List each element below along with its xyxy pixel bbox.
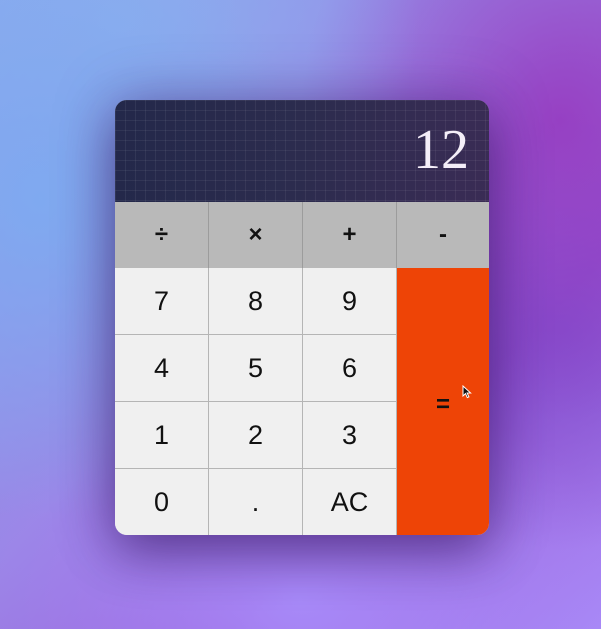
divide-button[interactable]: ÷: [115, 202, 209, 268]
keypad: ÷ × + - 7 8 9 = 4 5 6 1 2 3 0 . AC: [115, 202, 489, 535]
digit-1-button[interactable]: 1: [115, 402, 209, 469]
digit-5-button[interactable]: 5: [209, 335, 303, 402]
equals-button[interactable]: =: [397, 268, 489, 535]
digit-2-button[interactable]: 2: [209, 402, 303, 469]
digit-9-button[interactable]: 9: [303, 268, 397, 335]
digit-3-button[interactable]: 3: [303, 402, 397, 469]
multiply-button[interactable]: ×: [209, 202, 303, 268]
clear-button[interactable]: AC: [303, 469, 397, 535]
mouse-pointer-icon: [462, 385, 472, 399]
digit-6-button[interactable]: 6: [303, 335, 397, 402]
digit-8-button[interactable]: 8: [209, 268, 303, 335]
calculator-display: 12: [115, 100, 489, 202]
digit-0-button[interactable]: 0: [115, 469, 209, 535]
subtract-button[interactable]: -: [397, 202, 489, 268]
digit-4-button[interactable]: 4: [115, 335, 209, 402]
display-value: 12: [413, 119, 469, 181]
calculator: 12 ÷ × + - 7 8 9 = 4 5 6 1 2 3 0 . AC: [115, 100, 489, 535]
add-button[interactable]: +: [303, 202, 397, 268]
decimal-button[interactable]: .: [209, 469, 303, 535]
digit-7-button[interactable]: 7: [115, 268, 209, 335]
